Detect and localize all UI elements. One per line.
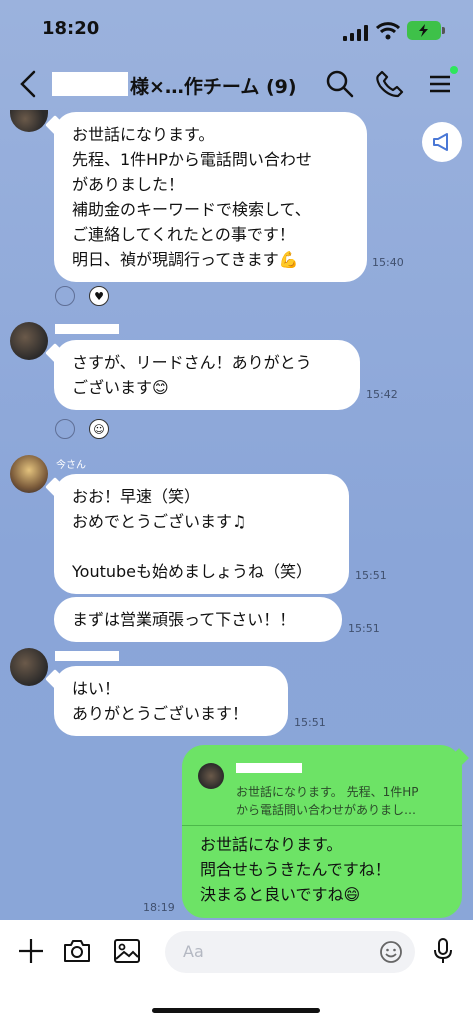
plus-icon[interactable]	[16, 936, 46, 966]
megaphone-icon	[433, 133, 448, 151]
camera-icon[interactable]	[62, 936, 92, 966]
wifi-icon	[376, 22, 400, 40]
reply-quote[interactable]: お世話になります。 先程、1件HP から電話問い合わせがありまし…	[196, 755, 452, 825]
my-message-bubble[interactable]: お世話になります。 先程、1件HP から電話問い合わせがありまし… お世話になり…	[182, 745, 462, 918]
message-time: 15:51	[355, 569, 387, 582]
message-time: 15:42	[366, 388, 398, 401]
message-bubble[interactable]: さすが、リードさん！ありがとう ございます😊	[54, 340, 360, 410]
character-sticker-icon[interactable]: ☺	[89, 419, 109, 439]
message-bubble[interactable]: まずは営業頑張って下さい！！	[54, 597, 342, 642]
redacted-quoted-name	[236, 763, 302, 773]
avatar[interactable]	[10, 322, 48, 360]
my-message-text: お世話になります。 問合せもうきたんですね！ 決まると良いですね😄	[200, 835, 391, 904]
message-input-placeholder: Aa	[183, 942, 204, 961]
chat-header: 様×…作チーム (9)	[0, 60, 473, 110]
avatar[interactable]	[10, 455, 48, 493]
image-icon[interactable]	[112, 936, 142, 966]
avatar[interactable]	[10, 648, 48, 686]
message-bubble[interactable]: お世話になります。 先程、1件HPから電話問い合わせ がありました！ 補助金のキ…	[54, 112, 367, 282]
add-reaction-icon[interactable]	[55, 419, 75, 439]
status-bar: 18:20	[0, 0, 473, 60]
divider	[182, 825, 462, 826]
redacted-sender-name	[55, 651, 119, 661]
announcement-button[interactable]	[422, 122, 462, 162]
reaction-row: ☺	[55, 418, 109, 440]
heart-eyes-sticker-icon[interactable]: ♥	[89, 286, 109, 306]
phone-icon[interactable]	[374, 68, 406, 100]
microphone-icon[interactable]	[428, 936, 458, 966]
emoji-icon[interactable]	[379, 940, 403, 964]
redacted-sender-name	[55, 324, 119, 334]
search-icon[interactable]	[324, 68, 356, 100]
message-time: 18:19	[143, 901, 175, 914]
message-bubble[interactable]: はい！ ありがとうございます！	[54, 666, 288, 736]
reply-quote-text: お世話になります。 先程、1件HP から電話問い合わせがありまし…	[236, 785, 419, 817]
reply-avatar	[198, 763, 224, 789]
reaction-row: ♥	[55, 285, 109, 307]
message-input[interactable]: Aa	[165, 931, 415, 973]
sender-name: 今さん	[56, 460, 86, 471]
signal-icon	[343, 25, 368, 41]
message-time: 15:40	[372, 256, 404, 269]
add-reaction-icon[interactable]	[55, 286, 75, 306]
battery-icon	[407, 21, 445, 40]
input-bar: Aa	[0, 920, 473, 1024]
chat-title[interactable]: 様×…作チーム (9)	[130, 72, 297, 99]
online-dot	[450, 66, 458, 74]
home-indicator[interactable]	[152, 1008, 320, 1013]
back-arrow-icon[interactable]	[14, 66, 44, 102]
redacted-name-block	[52, 72, 128, 96]
status-time: 18:20	[42, 18, 100, 39]
message-bubble[interactable]: おお！早速（笑） おめでとうございます♫ Youtubeも始めましょうね（笑）	[54, 474, 349, 594]
message-time: 15:51	[294, 716, 326, 729]
message-time: 15:51	[348, 622, 380, 635]
